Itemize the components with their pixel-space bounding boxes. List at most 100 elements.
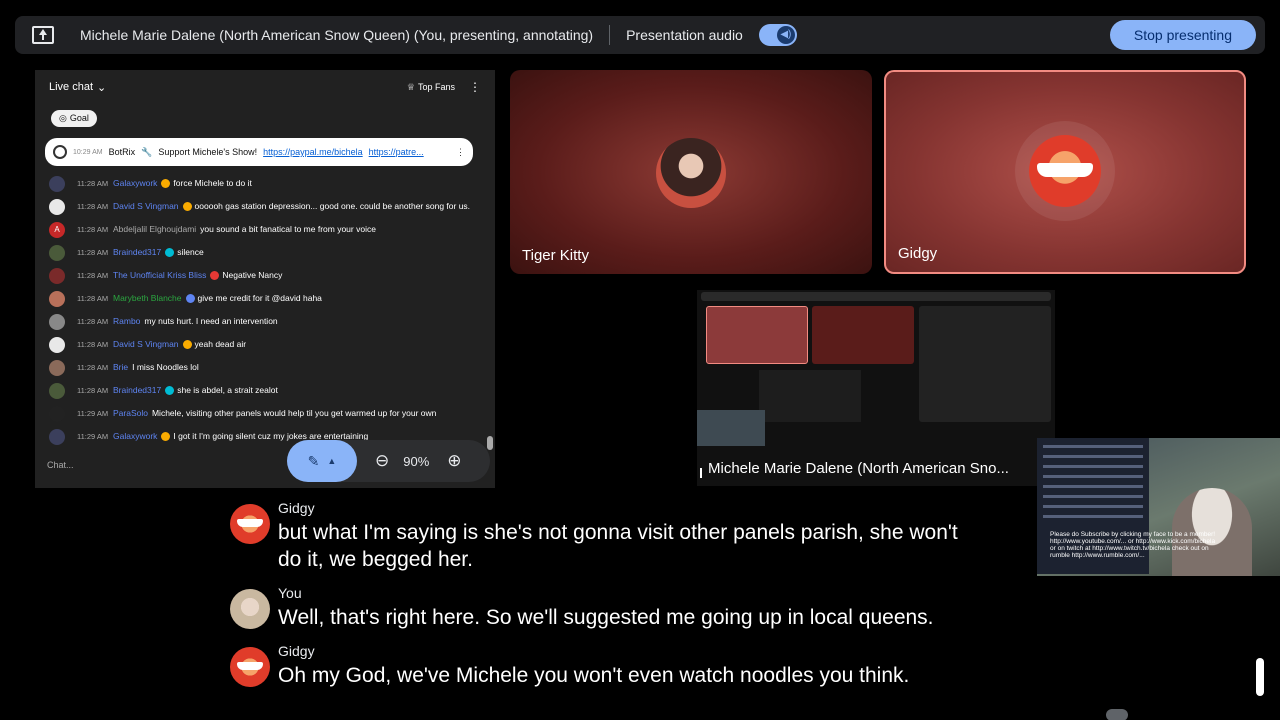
chat-scrollbar[interactable] xyxy=(487,436,493,450)
message-author[interactable]: Galaxywork xyxy=(113,431,157,441)
live-chat-panel: Live chat ⌄ ♕ Top Fans ⋮ ◎ Goal 10:29 AM Bo… xyxy=(35,70,495,488)
caption-speaker: Gidgy xyxy=(278,643,315,659)
message-body: Marybeth Blanche give me credit for it @d… xyxy=(113,293,322,304)
presentation-audio-label: Presentation audio xyxy=(626,27,743,43)
chat-menu-icon[interactable]: ⋮ xyxy=(469,80,481,94)
zoom-out-icon[interactable]: ⊖ xyxy=(375,451,389,471)
self-view-name: Michele Marie Dalene (North American Sno… xyxy=(708,460,1009,477)
message-author[interactable]: ParaSolo xyxy=(113,408,148,418)
sunglasses xyxy=(1037,163,1093,177)
message-time: 11:28 AM xyxy=(77,317,109,326)
message-body: Brainded317 she is abdel, a strait zealot xyxy=(113,385,278,396)
message-author[interactable]: Galaxywork xyxy=(113,178,157,188)
message-author[interactable]: Rambo xyxy=(113,316,140,326)
message-text: Michele, visiting other panels would hel… xyxy=(151,408,437,418)
chat-message[interactable]: 11:28 AM David S Vingman yeah dead air xyxy=(35,337,495,353)
message-body: Brainded317 silence xyxy=(113,247,204,258)
speaker-icon: ◀) xyxy=(776,26,795,44)
present-screen-icon xyxy=(32,26,54,44)
participant-tile-tiger-kitty[interactable]: Tiger Kitty xyxy=(510,70,872,274)
message-time: 11:28 AM xyxy=(77,248,109,257)
message-body: David S Vingman oooooh gas station depres… xyxy=(113,201,470,212)
chat-message[interactable]: 11:29 AM ParaSolo Michele, visiting other … xyxy=(35,406,495,422)
message-author[interactable]: Brainded317 xyxy=(113,385,161,395)
webcam-overlay: Please do Subscribe by clicking my face … xyxy=(1037,438,1280,576)
chat-message[interactable]: A 11:28 AM Abdeljalil Elghoujdami you sound… xyxy=(35,222,495,238)
message-author[interactable]: Brie xyxy=(113,362,128,372)
participant-name: Tiger Kitty xyxy=(522,247,589,264)
avatar xyxy=(49,245,65,261)
crown-icon: ♕ xyxy=(406,81,415,92)
message-time: 11:28 AM xyxy=(77,202,109,211)
caption-entry: Gidgy but what I'm saying is she's not go… xyxy=(230,500,1030,573)
caption-line: Oh my God, we've Michele you won't even … xyxy=(278,664,910,687)
message-body: David S Vingman yeah dead air xyxy=(113,339,246,350)
pinned-menu-icon[interactable]: ⋮ xyxy=(456,147,465,158)
message-text: Negative Nancy xyxy=(222,270,283,280)
message-time: 11:28 AM xyxy=(77,340,109,349)
pinned-text: Support Michele's Show! xyxy=(158,147,258,157)
mini-tile xyxy=(706,306,808,364)
chat-message[interactable]: 11:28 AM Marybeth Blanche give me credit f… xyxy=(35,291,495,307)
presentation-audio-toggle[interactable]: ◀) xyxy=(758,24,797,46)
avatar xyxy=(49,291,65,307)
chevron-down-icon: ⌄ xyxy=(97,81,107,94)
chat-input[interactable]: Chat... xyxy=(47,460,74,470)
captions-area: Gidgy but what I'm saying is she's not go… xyxy=(230,500,1030,701)
pinned-author: BotRix xyxy=(108,147,136,157)
mic-indicator-icon xyxy=(700,468,702,478)
message-body: Galaxywork force Michele to do it xyxy=(113,178,252,189)
message-author[interactable]: The Unofficial Kriss Bliss xyxy=(113,270,206,280)
caption-entry: You Well, that's right here. So we'll sug… xyxy=(230,585,1030,631)
pinned-message[interactable]: 10:29 AM BotRix 🔧 Support Michele's Show… xyxy=(45,138,473,166)
message-author[interactable]: Marybeth Blanche xyxy=(113,293,182,303)
chat-message[interactable]: 11:28 AM Brainded317 she is abdel, a strai… xyxy=(35,383,495,399)
pinned-link-paypal[interactable]: https://paypal.me/bichela xyxy=(263,147,363,157)
message-text: silence xyxy=(177,247,204,257)
self-view-presentation[interactable]: Michele Marie Dalene (North American Sno… xyxy=(697,290,1055,486)
avatar xyxy=(230,589,270,629)
participant-tile-gidgy[interactable]: Gidgy xyxy=(884,70,1246,274)
chat-message[interactable]: 11:28 AM Rambo my nuts hurt. I need an int… xyxy=(35,314,495,330)
member-badge-icon xyxy=(165,248,175,258)
message-author[interactable]: David S Vingman xyxy=(113,201,179,211)
stop-presenting-button[interactable]: Stop presenting xyxy=(1109,20,1256,50)
message-author[interactable]: Abdeljalil Elghoujdami xyxy=(113,224,196,234)
goal-chip[interactable]: ◎ Goal xyxy=(51,109,97,127)
avatar xyxy=(49,337,65,353)
avatar xyxy=(49,360,65,376)
chat-message[interactable]: 11:28 AM David S Vingman oooooh gas statio… xyxy=(35,199,495,215)
message-time: 11:28 AM xyxy=(77,179,109,188)
message-text: force Michele to do it xyxy=(173,178,252,188)
avatar xyxy=(656,138,726,208)
message-body: Abdeljalil Elghoujdami you sound a bit fa… xyxy=(113,224,376,235)
message-time: 11:28 AM xyxy=(77,225,109,234)
annotation-zoom-toolbar: ✎ ▲ ⊖ 90% ⊕ xyxy=(287,440,490,482)
pinned-link-patreon[interactable]: https://patre... xyxy=(369,147,424,157)
live-chat-dropdown[interactable]: Live chat ⌄ xyxy=(49,81,106,94)
avatar: A xyxy=(49,222,65,238)
zoom-in-icon[interactable]: ⊕ xyxy=(447,451,461,471)
member-badge-icon xyxy=(182,202,192,212)
page-scrollbar[interactable] xyxy=(1256,658,1264,696)
chat-message[interactable]: 11:28 AM Galaxywork force Michele to do it xyxy=(35,176,495,192)
caption-line: Well, that's right here. So we'll sugges… xyxy=(278,606,934,629)
message-text: she is abdel, a strait zealot xyxy=(177,385,278,395)
participant-name: Gidgy xyxy=(898,245,938,262)
message-body: ParaSolo Michele, visiting other panels w… xyxy=(113,408,436,419)
message-time: 11:29 AM xyxy=(77,409,109,418)
top-fans-button[interactable]: ♕ Top Fans xyxy=(407,82,455,93)
wrench-icon: 🔧 xyxy=(141,146,153,157)
chat-message[interactable]: 11:28 AM The Unofficial Kriss Bliss Negati… xyxy=(35,268,495,284)
chat-message[interactable]: 11:28 AM Brie I miss Noodles lol xyxy=(35,360,495,376)
message-author[interactable]: David S Vingman xyxy=(113,339,179,349)
message-time: 11:28 AM xyxy=(77,386,109,395)
chat-message[interactable]: 11:28 AM Brainded317 silence xyxy=(35,245,495,261)
bottom-indicator xyxy=(1106,709,1128,720)
annotate-pen-button[interactable]: ✎ ▲ xyxy=(287,440,357,482)
mini-tile xyxy=(812,306,914,364)
avatar xyxy=(49,429,65,445)
message-author[interactable]: Brainded317 xyxy=(113,247,161,257)
presenting-title: Michele Marie Dalene (North American Sno… xyxy=(80,27,594,43)
presenting-bar: Michele Marie Dalene (North American Sno… xyxy=(15,16,1265,54)
